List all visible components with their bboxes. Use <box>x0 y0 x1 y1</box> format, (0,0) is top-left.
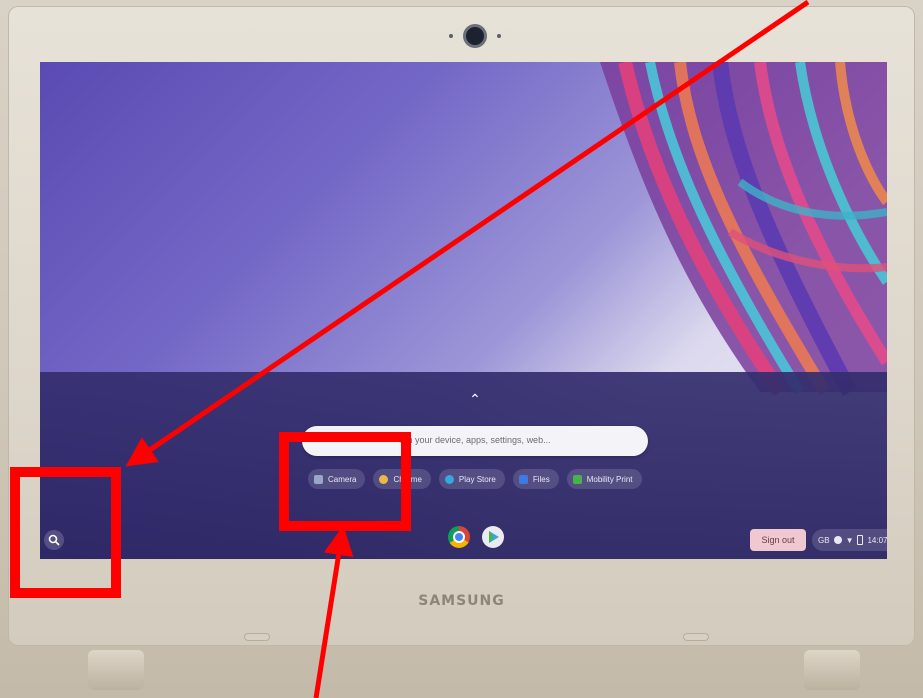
annotation-arrow <box>313 525 354 698</box>
annotation-arrows <box>125 0 810 698</box>
annotation-arrow <box>125 0 810 467</box>
annotation-box-launcher <box>10 467 121 598</box>
annotation-box-camera <box>279 432 411 531</box>
